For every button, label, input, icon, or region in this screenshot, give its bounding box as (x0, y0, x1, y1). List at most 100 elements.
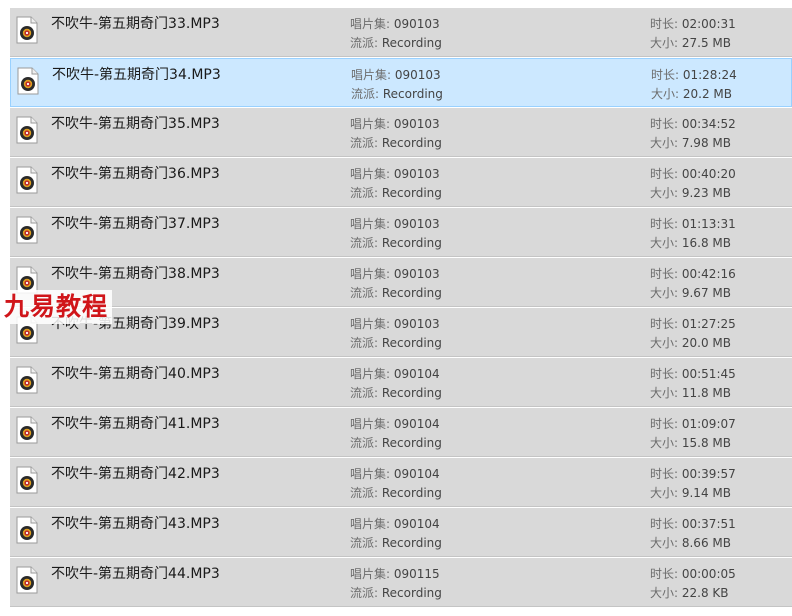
genre-field: 流派: Recording (350, 436, 442, 450)
album-field: 唱片集: 090103 (350, 117, 440, 131)
genre-value: Recording (381, 486, 442, 500)
duration-label: 时长: (651, 68, 683, 82)
genre-label: 流派: (350, 586, 382, 600)
genre-field: 流派: Recording (350, 286, 442, 300)
size-value: 11.8 MB (681, 386, 731, 400)
size-value: 27.5 MB (681, 36, 731, 50)
duration-value: 00:51:45 (681, 367, 736, 381)
size-value: 8.66 MB (681, 536, 731, 550)
duration-label: 时长: (650, 367, 682, 381)
duration-label: 时长: (650, 217, 682, 231)
duration-field: 时长: 01:28:24 (651, 68, 737, 82)
genre-label: 流派: (350, 186, 382, 200)
duration-field: 时长: 00:34:52 (650, 117, 736, 131)
size-label: 大小: (650, 36, 682, 50)
album-value: 090103 (394, 68, 441, 82)
album-field: 唱片集: 090103 (350, 317, 440, 331)
duration-value: 00:39:57 (681, 467, 736, 481)
album-value: 090103 (393, 167, 440, 181)
file-row[interactable]: 不吹牛-第五期奇门40.MP3 唱片集: 090104 流派: Recordin… (10, 358, 792, 407)
size-field: 大小: 7.98 MB (650, 136, 731, 150)
size-field: 大小: 9.23 MB (650, 186, 731, 200)
size-field: 大小: 27.5 MB (650, 36, 731, 50)
file-name: 不吹牛-第五期奇门41.MP3 (51, 416, 220, 432)
album-value: 090103 (393, 117, 440, 131)
genre-value: Recording (381, 436, 442, 450)
duration-field: 时长: 00:00:05 (650, 567, 736, 581)
genre-field: 流派: Recording (350, 186, 442, 200)
genre-field: 流派: Recording (350, 336, 442, 350)
album-label: 唱片集: (350, 267, 394, 281)
audio-file-icon (16, 566, 38, 594)
audio-file-icon (16, 116, 38, 144)
size-label: 大小: (650, 136, 682, 150)
genre-label: 流派: (350, 286, 382, 300)
genre-label: 流派: (350, 36, 382, 50)
genre-field: 流派: Recording (350, 136, 442, 150)
audio-file-icon (16, 216, 38, 244)
file-row[interactable]: 不吹牛-第五期奇门34.MP3 唱片集: 090103 流派: Recordin… (10, 58, 792, 107)
size-value: 9.14 MB (681, 486, 731, 500)
duration-label: 时长: (650, 317, 682, 331)
file-list: 不吹牛-第五期奇门33.MP3 唱片集: 090103 流派: Recordin… (0, 0, 792, 610)
duration-value: 02:00:31 (681, 17, 736, 31)
file-row[interactable]: 不吹牛-第五期奇门43.MP3 唱片集: 090104 流派: Recordin… (10, 508, 792, 557)
file-name: 不吹牛-第五期奇门44.MP3 (51, 566, 220, 582)
file-row[interactable]: 不吹牛-第五期奇门42.MP3 唱片集: 090104 流派: Recordin… (10, 458, 792, 507)
genre-value: Recording (381, 36, 442, 50)
file-row[interactable]: 不吹牛-第五期奇门38.MP3 唱片集: 090103 流派: Recordin… (10, 258, 792, 307)
genre-field: 流派: Recording (350, 586, 442, 600)
file-row[interactable]: 不吹牛-第五期奇门35.MP3 唱片集: 090103 流派: Recordin… (10, 108, 792, 157)
duration-field: 时长: 00:51:45 (650, 367, 736, 381)
duration-value: 00:00:05 (681, 567, 736, 581)
duration-label: 时长: (650, 17, 682, 31)
album-field: 唱片集: 090115 (350, 567, 440, 581)
file-row[interactable]: 不吹牛-第五期奇门44.MP3 唱片集: 090115 流派: Recordin… (10, 558, 792, 607)
audio-file-icon (16, 516, 38, 544)
duration-value: 00:42:16 (681, 267, 736, 281)
album-value: 090115 (393, 567, 440, 581)
genre-label: 流派: (351, 87, 383, 101)
duration-field: 时长: 01:13:31 (650, 217, 736, 231)
album-field: 唱片集: 090103 (350, 217, 440, 231)
album-value: 090103 (393, 17, 440, 31)
size-field: 大小: 9.14 MB (650, 486, 731, 500)
genre-value: Recording (381, 186, 442, 200)
size-label: 大小: (650, 336, 682, 350)
size-value: 15.8 MB (681, 436, 731, 450)
file-row[interactable]: 不吹牛-第五期奇门41.MP3 唱片集: 090104 流派: Recordin… (10, 408, 792, 457)
album-value: 090104 (393, 417, 440, 431)
duration-field: 时长: 01:27:25 (650, 317, 736, 331)
genre-field: 流派: Recording (350, 536, 442, 550)
audio-file-icon (16, 466, 38, 494)
duration-label: 时长: (650, 417, 682, 431)
size-label: 大小: (650, 236, 682, 250)
size-value: 20.2 MB (682, 87, 732, 101)
genre-value: Recording (381, 286, 442, 300)
genre-value: Recording (381, 386, 442, 400)
size-label: 大小: (650, 436, 682, 450)
size-value: 9.67 MB (681, 286, 731, 300)
genre-label: 流派: (350, 236, 382, 250)
album-value: 090103 (393, 217, 440, 231)
file-row[interactable]: 不吹牛-第五期奇门33.MP3 唱片集: 090103 流派: Recordin… (10, 8, 792, 57)
genre-label: 流派: (350, 486, 382, 500)
album-field: 唱片集: 090103 (350, 167, 440, 181)
size-value: 7.98 MB (681, 136, 731, 150)
size-field: 大小: 22.8 KB (650, 586, 729, 600)
status-bar (0, 609, 792, 616)
file-row[interactable]: 不吹牛-第五期奇门36.MP3 唱片集: 090103 流派: Recordin… (10, 158, 792, 207)
genre-value: Recording (381, 236, 442, 250)
genre-value: Recording (381, 586, 442, 600)
audio-file-icon (16, 366, 38, 394)
genre-value: Recording (381, 336, 442, 350)
size-field: 大小: 11.8 MB (650, 386, 731, 400)
genre-field: 流派: Recording (350, 386, 442, 400)
duration-field: 时长: 00:42:16 (650, 267, 736, 281)
genre-label: 流派: (350, 536, 382, 550)
watermark: 九易教程 (0, 290, 113, 324)
file-row[interactable]: 不吹牛-第五期奇门37.MP3 唱片集: 090103 流派: Recordin… (10, 208, 792, 257)
audio-file-icon (17, 67, 39, 95)
file-row[interactable]: 不吹牛-第五期奇门39.MP3 唱片集: 090103 流派: Recordin… (10, 308, 792, 357)
album-label: 唱片集: (350, 117, 394, 131)
